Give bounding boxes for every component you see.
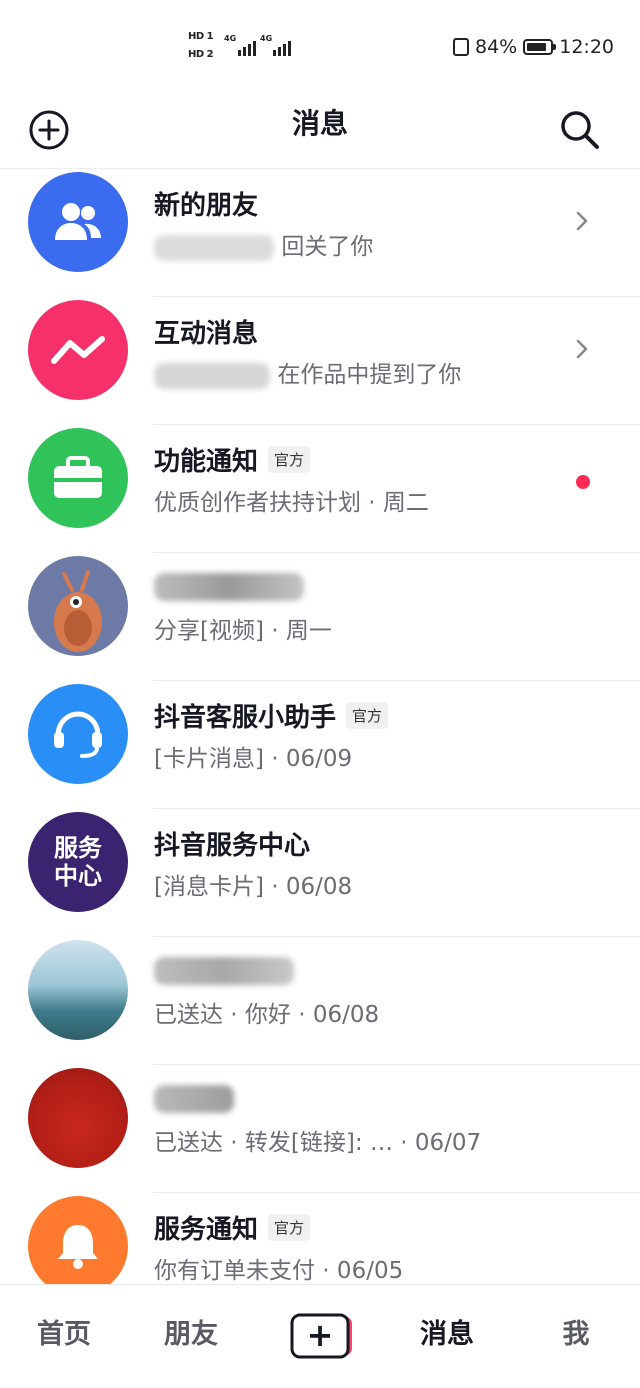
blurred-name xyxy=(154,573,304,601)
network2-label: 4G xyxy=(260,34,273,43)
nav-me[interactable]: 我 xyxy=(526,1305,626,1365)
service-center-logo-line1: 服务 xyxy=(54,834,102,862)
message-item-user-1[interactable]: 分享[视频] · 周一 xyxy=(0,553,640,681)
title-line: 新的朋友 xyxy=(154,183,258,223)
title-line: 服务通知 官方 xyxy=(154,1207,311,1247)
blurred-name xyxy=(154,1085,234,1113)
title-line: 抖音服务中心 xyxy=(154,823,310,863)
user-avatar xyxy=(28,940,128,1040)
blurred-name xyxy=(154,957,294,985)
chevron-right-icon xyxy=(576,211,588,231)
briefcase-icon xyxy=(54,456,102,498)
lightning-icon xyxy=(51,336,105,364)
bell-icon xyxy=(58,1225,98,1269)
message-item-user-2[interactable]: 已送达 · 你好 · 06/08 xyxy=(0,937,640,1065)
nav-friends[interactable]: 朋友 xyxy=(141,1305,241,1365)
service-notice-avatar xyxy=(28,1196,128,1296)
message-subtitle: 优质创作者扶持计划 · 周二 xyxy=(154,490,429,516)
unread-dot xyxy=(576,475,590,489)
message-subtitle: 分享[视频] · 周一 xyxy=(154,618,332,644)
status-right: 84% 12:20 xyxy=(453,32,614,62)
message-subtitle: 已送达 · 你好 · 06/08 xyxy=(154,1002,380,1028)
title-line: 抖音客服小助手 官方 xyxy=(154,695,389,735)
message-title: 互动消息 xyxy=(154,318,259,349)
page-title: 消息 xyxy=(291,107,348,140)
battery-fill xyxy=(527,43,546,51)
user-avatar xyxy=(28,1068,128,1168)
message-subtitle: [卡片消息] · 06/09 xyxy=(154,746,353,772)
title-line xyxy=(154,1079,234,1119)
vibrate-icon xyxy=(453,38,469,56)
service-center-avatar: 服务 中心 xyxy=(28,812,128,912)
sim-indicators: HD 1 HD 2 xyxy=(188,28,222,64)
chevron-right-icon xyxy=(576,339,588,359)
search-button[interactable] xyxy=(552,102,608,158)
message-item-interactions[interactable]: 互动消息 在作品中提到了你 xyxy=(0,297,640,425)
battery-icon xyxy=(523,39,557,55)
interactions-avatar xyxy=(28,300,128,400)
nav-messages[interactable]: 消息 xyxy=(397,1305,497,1365)
official-badge: 官方 xyxy=(268,445,311,473)
official-badge: 官方 xyxy=(346,701,389,729)
people-icon xyxy=(55,203,101,240)
user-avatar xyxy=(28,556,128,656)
message-title: 抖音服务中心 xyxy=(154,830,311,861)
battery-percent: 84% xyxy=(475,36,518,58)
title-line xyxy=(154,951,294,991)
message-item-feature-notice[interactable]: 功能通知 官方 优质创作者扶持计划 · 周二 xyxy=(0,425,640,553)
message-item-service-center[interactable]: 服务 中心 抖音服务中心 [消息卡片] · 06/08 xyxy=(0,809,640,937)
message-subtitle: [消息卡片] · 06/08 xyxy=(154,874,353,900)
message-title: 功能通知 xyxy=(154,446,259,477)
title-line xyxy=(154,567,304,607)
feature-notice-avatar xyxy=(28,428,128,528)
headset-icon xyxy=(54,711,102,758)
message-title: 新的朋友 xyxy=(154,190,259,221)
sim2-label: HD 2 xyxy=(188,49,214,60)
status-bar: HD 1 HD 2 4G 4G 84% 12:20 xyxy=(0,0,640,92)
message-title: 服务通知 xyxy=(154,1214,259,1245)
nav-home[interactable]: 首页 xyxy=(14,1305,114,1365)
message-subtitle: 已送达 · 转发[链接]: … · 06/07 xyxy=(154,1130,482,1156)
message-list: 新的朋友 回关了你 互动消息 在作品中提到了你 功能通知 官方 优质创作者扶持计… xyxy=(0,169,640,1321)
create-plus-label: + xyxy=(306,1316,334,1354)
search-icon xyxy=(561,111,599,149)
network1-label: 4G xyxy=(224,34,237,43)
title-line: 功能通知 官方 xyxy=(154,439,311,479)
create-button[interactable]: + xyxy=(287,1313,353,1359)
message-item-customer-service[interactable]: 抖音客服小助手 官方 [卡片消息] · 06/09 xyxy=(0,681,640,809)
message-subtitle: 你有订单未支付 · 06/05 xyxy=(154,1258,404,1284)
message-subtitle-wrap: 在作品中提到了你 xyxy=(154,355,461,389)
new-friends-avatar xyxy=(28,172,128,272)
official-badge: 官方 xyxy=(268,1213,311,1241)
message-item-new-friends[interactable]: 新的朋友 回关了你 xyxy=(0,169,640,297)
service-center-logo-line2: 中心 xyxy=(54,862,102,890)
message-subtitle: 在作品中提到了你 xyxy=(277,362,462,388)
blurred-username xyxy=(154,234,274,261)
bottom-nav: 首页 朋友 + 消息 我 xyxy=(0,1284,640,1388)
customer-service-avatar xyxy=(28,684,128,784)
blurred-username xyxy=(154,362,270,389)
message-item-user-3[interactable]: 已送达 · 转发[链接]: … · 06/07 xyxy=(0,1065,640,1193)
message-title: 抖音客服小助手 xyxy=(154,702,337,733)
sim1-label: HD 1 xyxy=(188,31,214,42)
title-line: 互动消息 xyxy=(154,311,258,351)
header: 消息 xyxy=(0,92,640,169)
clock: 12:20 xyxy=(559,36,614,58)
message-subtitle-wrap: 回关了你 xyxy=(154,227,373,261)
cartoon-avatar-icon xyxy=(54,570,102,652)
message-subtitle: 回关了你 xyxy=(281,234,374,260)
